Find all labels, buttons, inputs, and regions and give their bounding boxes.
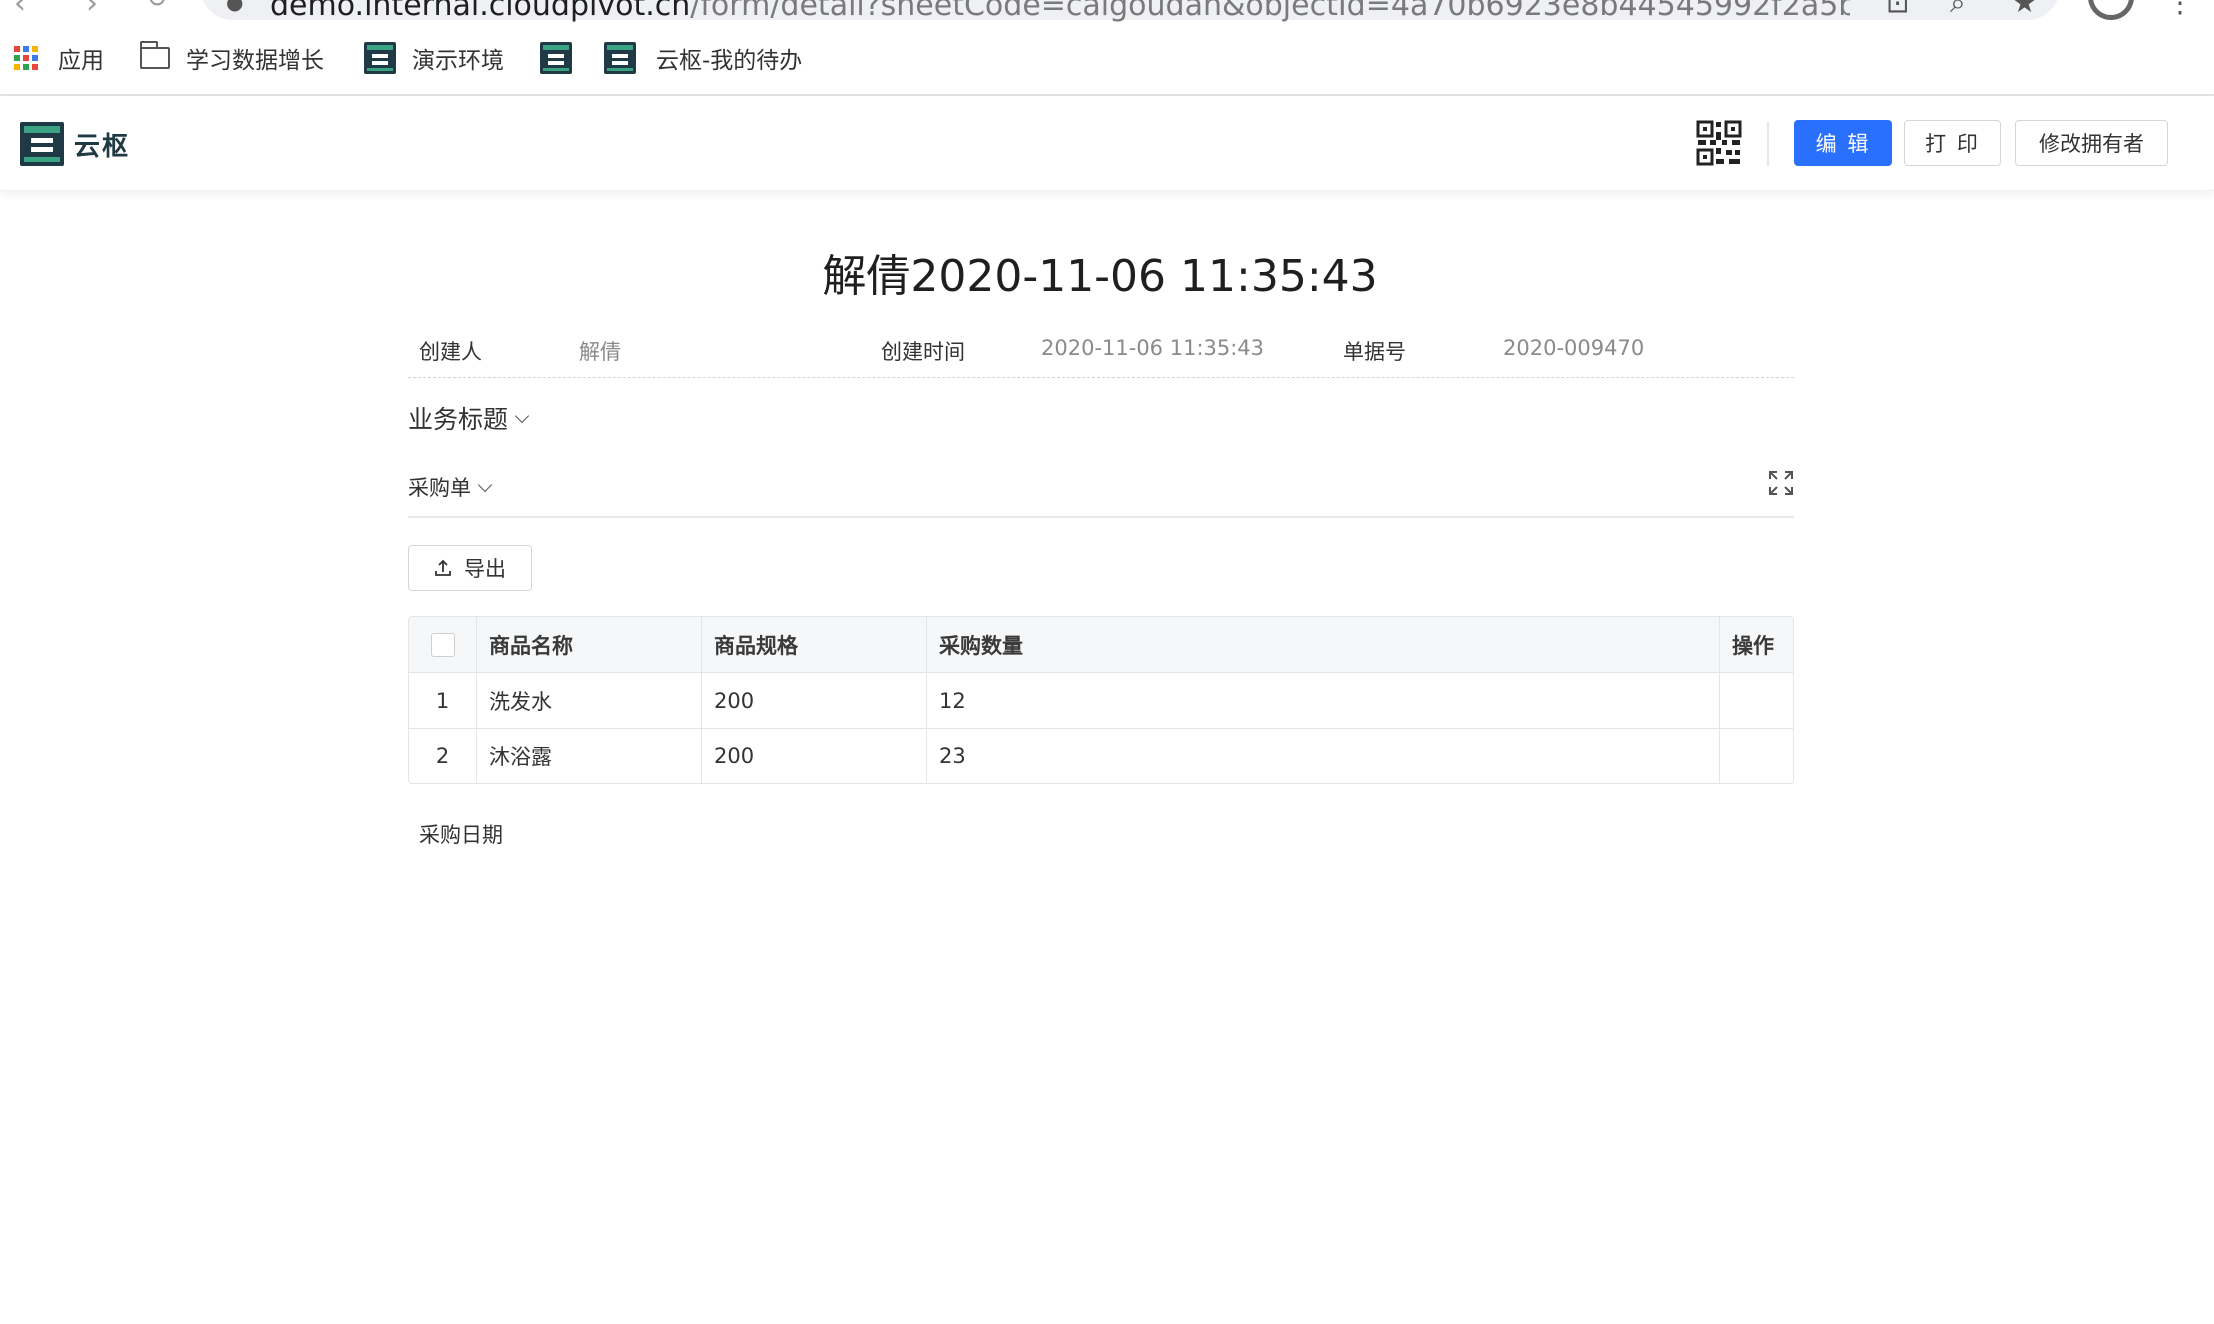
product-spec-cell: 200 xyxy=(702,729,927,783)
cloudpivot-logo-icon xyxy=(20,122,64,166)
menu-icon[interactable]: ⋮ xyxy=(2166,0,2194,19)
edit-button[interactable]: 编 辑 xyxy=(1794,120,1892,166)
apps-grid-icon xyxy=(14,46,38,70)
fullscreen-icon[interactable] xyxy=(1768,470,1794,496)
upload-icon xyxy=(435,559,451,576)
export-button-label: 导出 xyxy=(464,557,506,581)
bookmark-apps-label: 应用 xyxy=(58,48,104,74)
purchase-qty-cell: 12 xyxy=(927,673,1720,728)
bookmark-todo[interactable]: 云枢-我的待办 xyxy=(604,40,802,76)
table-row[interactable]: 1 洗发水 200 12 xyxy=(409,673,1793,729)
profile-icon[interactable] xyxy=(2088,0,2134,20)
column-header-qty: 采购数量 xyxy=(927,617,1720,672)
header-divider xyxy=(1767,122,1769,166)
row-index: 1 xyxy=(409,673,477,728)
page-title: 解倩2020-11-06 11:35:43 xyxy=(822,251,1378,302)
lock-icon: ● xyxy=(226,0,244,14)
chevron-down-icon xyxy=(514,408,530,424)
meta-divider xyxy=(408,377,1794,378)
purchase-qty-cell: 23 xyxy=(927,729,1720,783)
reload-icon[interactable]: ↻ xyxy=(146,0,168,14)
product-name-cell: 沐浴露 xyxy=(477,729,702,783)
url-path: /form/detail?sheetCode=caigoudan&objectI… xyxy=(690,0,1850,22)
bookmark-demo[interactable]: 演示环境 xyxy=(364,40,504,76)
change-owner-button[interactable]: 修改拥有者 xyxy=(2015,120,2168,166)
brand-name: 云枢 xyxy=(74,131,131,162)
forward-icon[interactable]: › xyxy=(86,0,98,21)
created-time-value: 2020-11-06 11:35:43 xyxy=(1041,336,1265,360)
address-bar-text[interactable]: demo.internal.cloudpivot.cn/form/detail?… xyxy=(270,0,1850,22)
cloudpivot-logo-icon xyxy=(540,42,572,74)
creator-label: 创建人 xyxy=(419,340,482,364)
bookmark-folder-label: 学习数据增长 xyxy=(186,48,324,74)
column-header-spec: 商品规格 xyxy=(702,617,927,672)
subform-title-text: 采购单 xyxy=(408,476,471,500)
purchase-table: 商品名称 商品规格 采购数量 操作 1 洗发水 200 12 2 沐浴露 200… xyxy=(408,616,1794,784)
bookmark-demo-label: 演示环境 xyxy=(412,48,504,74)
subform-purchase-order[interactable]: 采购单 xyxy=(408,472,493,502)
qr-code-icon[interactable] xyxy=(1696,120,1742,166)
table-header-row: 商品名称 商品规格 采购数量 操作 xyxy=(409,617,1793,673)
product-name-cell: 洗发水 xyxy=(477,673,702,728)
select-all-cell xyxy=(409,617,477,672)
table-row[interactable]: 2 沐浴露 200 23 xyxy=(409,729,1793,783)
product-spec-cell: 200 xyxy=(702,673,927,728)
action-cell[interactable] xyxy=(1720,729,1793,783)
zoom-icon[interactable]: ⌕ xyxy=(1950,0,1966,20)
translate-icon[interactable]: ⊡ xyxy=(1886,0,1909,19)
browser-toolbar: ‹ › ↻ ● demo.internal.cloudpivot.cn/form… xyxy=(0,0,2214,22)
folder-icon xyxy=(140,41,170,69)
bookmark-star-icon[interactable]: ★ xyxy=(2012,0,2037,19)
cloudpivot-logo-icon xyxy=(364,42,396,74)
bookmark-apps[interactable]: 应用 xyxy=(14,40,104,76)
select-all-checkbox[interactable] xyxy=(430,632,455,657)
purchase-date-label: 采购日期 xyxy=(419,823,503,847)
url-host: demo.internal.cloudpivot.cn xyxy=(270,0,691,22)
created-time-label: 创建时间 xyxy=(881,340,965,364)
section-title-text: 业务标题 xyxy=(408,405,509,434)
bookmarks-bar: 应用 学习数据增长 演示环境 云枢-我的待办 xyxy=(0,22,2214,96)
column-header-name: 商品名称 xyxy=(477,617,702,672)
brand-logo[interactable]: 云枢 xyxy=(20,122,130,166)
chevron-down-icon xyxy=(477,477,493,493)
print-button[interactable]: 打 印 xyxy=(1904,120,2001,166)
app-header: 云枢 编 辑 打 印 修改拥有者 xyxy=(0,96,2214,191)
export-button[interactable]: 导出 xyxy=(408,545,532,591)
bookmark-folder[interactable]: 学习数据增长 xyxy=(140,40,324,76)
cloudpivot-logo-icon xyxy=(604,42,636,74)
row-index: 2 xyxy=(409,729,477,783)
doc-number-label: 单据号 xyxy=(1343,340,1406,364)
section-business-title[interactable]: 业务标题 xyxy=(408,400,530,436)
column-header-action: 操作 xyxy=(1732,633,1774,658)
doc-number-value: 2020-009470 xyxy=(1503,336,1645,360)
subform-divider xyxy=(408,516,1794,518)
creator-value: 解倩 xyxy=(579,340,621,364)
action-cell[interactable] xyxy=(1720,673,1793,728)
bookmark-unnamed[interactable] xyxy=(540,40,572,76)
back-icon[interactable]: ‹ xyxy=(14,0,26,21)
bookmark-todo-label: 云枢-我的待办 xyxy=(656,48,803,74)
